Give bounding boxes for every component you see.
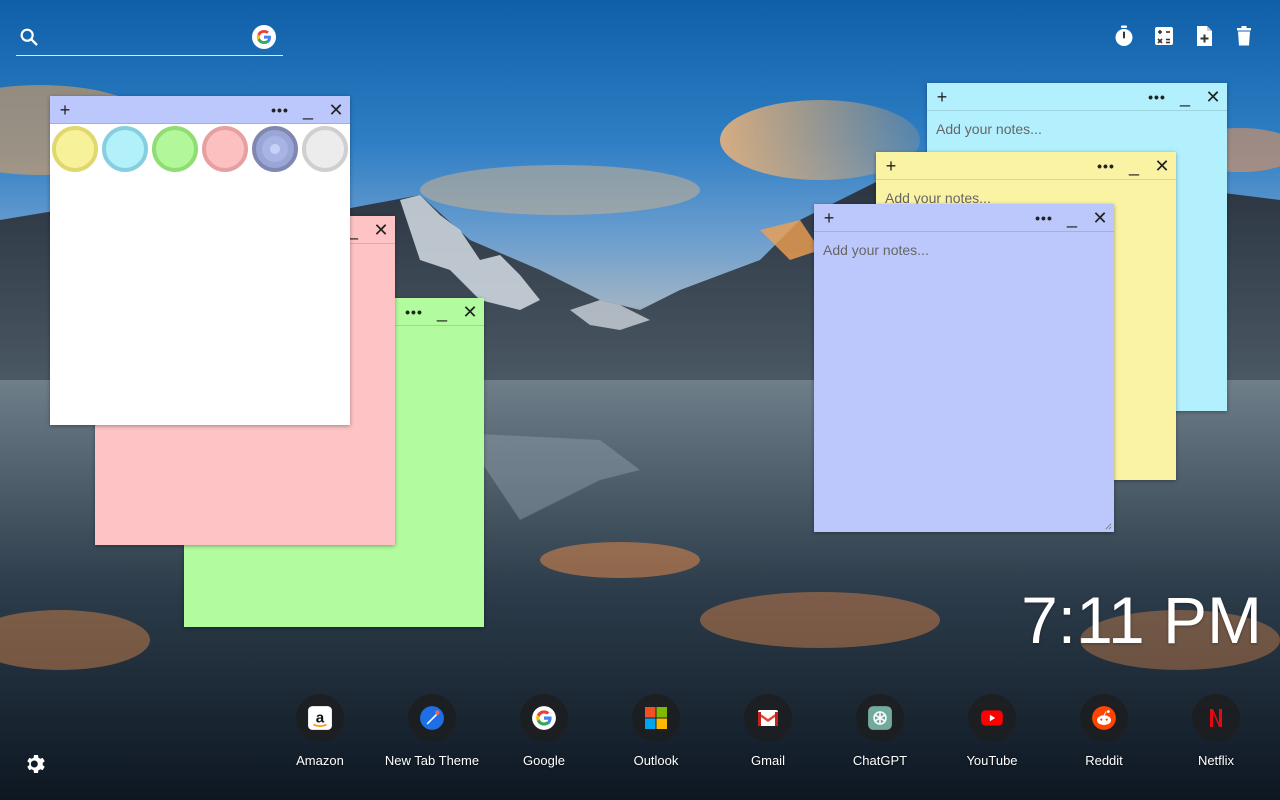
trash-icon[interactable] xyxy=(1232,24,1256,48)
color-swatch-pink[interactable] xyxy=(202,126,248,172)
shortcut-label: New Tab Theme xyxy=(384,753,480,768)
toolbar xyxy=(1112,24,1256,48)
note-blue[interactable]: + ••• _ ✕ xyxy=(814,204,1114,532)
shortcut-new-tab-theme[interactable]: New Tab Theme xyxy=(376,694,488,768)
minimize-icon[interactable]: _ xyxy=(298,100,318,120)
close-icon[interactable]: ✕ xyxy=(326,100,346,120)
shortcut-gmail[interactable]: Gmail xyxy=(712,694,824,768)
amazon-icon: a xyxy=(296,694,344,742)
close-icon[interactable]: ✕ xyxy=(371,220,391,240)
shortcut-label: YouTube xyxy=(966,753,1018,768)
search-icon[interactable] xyxy=(18,26,40,48)
note-header: + ••• _ ✕ xyxy=(50,96,350,124)
shortcut-label: Outlook xyxy=(633,753,679,768)
close-icon[interactable]: ✕ xyxy=(460,302,480,322)
search-input[interactable] xyxy=(50,24,250,52)
chatgpt-icon xyxy=(856,694,904,742)
reddit-icon xyxy=(1080,694,1128,742)
shortcut-chatgpt[interactable]: ChatGPT xyxy=(824,694,936,768)
note-header: + ••• _ ✕ xyxy=(927,83,1227,111)
new-tab-theme-icon xyxy=(408,694,456,742)
close-icon[interactable]: ✕ xyxy=(1152,156,1172,176)
minimize-icon[interactable]: _ xyxy=(1062,208,1082,228)
timer-icon[interactable] xyxy=(1112,24,1136,48)
color-swatch-blue-selected[interactable] xyxy=(252,126,298,172)
add-note-button[interactable]: + xyxy=(932,87,952,107)
more-options-icon[interactable]: ••• xyxy=(1034,208,1054,228)
note-color-picker[interactable]: + ••• _ ✕ xyxy=(50,96,350,425)
svg-text:a: a xyxy=(316,709,325,726)
gmail-icon xyxy=(744,694,792,742)
outlook-icon xyxy=(632,694,680,742)
youtube-icon xyxy=(968,694,1016,742)
shortcut-label: Reddit xyxy=(1085,753,1123,768)
shortcut-label: Gmail xyxy=(751,753,785,768)
resize-handle-icon[interactable] xyxy=(1104,522,1112,530)
more-options-icon[interactable]: ••• xyxy=(270,100,290,120)
shortcut-dock: a Amazon New Tab Theme Google Outlook Gm… xyxy=(264,694,1272,768)
google-search-icon[interactable] xyxy=(252,25,276,49)
note-textarea[interactable] xyxy=(814,232,1114,522)
more-options-icon[interactable]: ••• xyxy=(1096,156,1116,176)
shortcut-label: ChatGPT xyxy=(852,753,908,768)
minimize-icon[interactable]: _ xyxy=(432,302,452,322)
clock: 7:11 PM xyxy=(1021,583,1262,657)
color-swatch-gray[interactable] xyxy=(302,126,348,172)
shortcut-google[interactable]: Google xyxy=(488,694,600,768)
color-swatch-green[interactable] xyxy=(152,126,198,172)
minimize-icon[interactable]: _ xyxy=(1175,87,1195,107)
color-palette xyxy=(50,124,350,174)
shortcut-label: Google xyxy=(523,753,565,768)
shortcut-label: Netflix xyxy=(1197,753,1235,768)
calculator-icon[interactable] xyxy=(1152,24,1176,48)
add-note-button[interactable]: + xyxy=(819,208,839,228)
search-bar xyxy=(16,22,283,56)
add-note-icon[interactable] xyxy=(1192,24,1216,48)
add-note-button[interactable]: + xyxy=(55,100,75,120)
google-icon xyxy=(520,694,568,742)
more-options-icon[interactable]: ••• xyxy=(404,302,424,322)
gear-icon[interactable] xyxy=(24,752,48,776)
netflix-icon xyxy=(1192,694,1240,742)
shortcut-outlook[interactable]: Outlook xyxy=(600,694,712,768)
more-options-icon[interactable]: ••• xyxy=(1147,87,1167,107)
note-header: + ••• _ ✕ xyxy=(876,152,1176,180)
shortcut-label: Amazon xyxy=(296,753,344,768)
minimize-icon[interactable]: _ xyxy=(1124,156,1144,176)
color-swatch-yellow[interactable] xyxy=(52,126,98,172)
shortcut-amazon[interactable]: a Amazon xyxy=(264,694,376,768)
shortcut-youtube[interactable]: YouTube xyxy=(936,694,1048,768)
close-icon[interactable]: ✕ xyxy=(1203,87,1223,107)
shortcut-reddit[interactable]: Reddit xyxy=(1048,694,1160,768)
close-icon[interactable]: ✕ xyxy=(1090,208,1110,228)
note-header: + ••• _ ✕ xyxy=(814,204,1114,232)
color-swatch-cyan[interactable] xyxy=(102,126,148,172)
add-note-button[interactable]: + xyxy=(881,156,901,176)
shortcut-netflix[interactable]: Netflix xyxy=(1160,694,1272,768)
